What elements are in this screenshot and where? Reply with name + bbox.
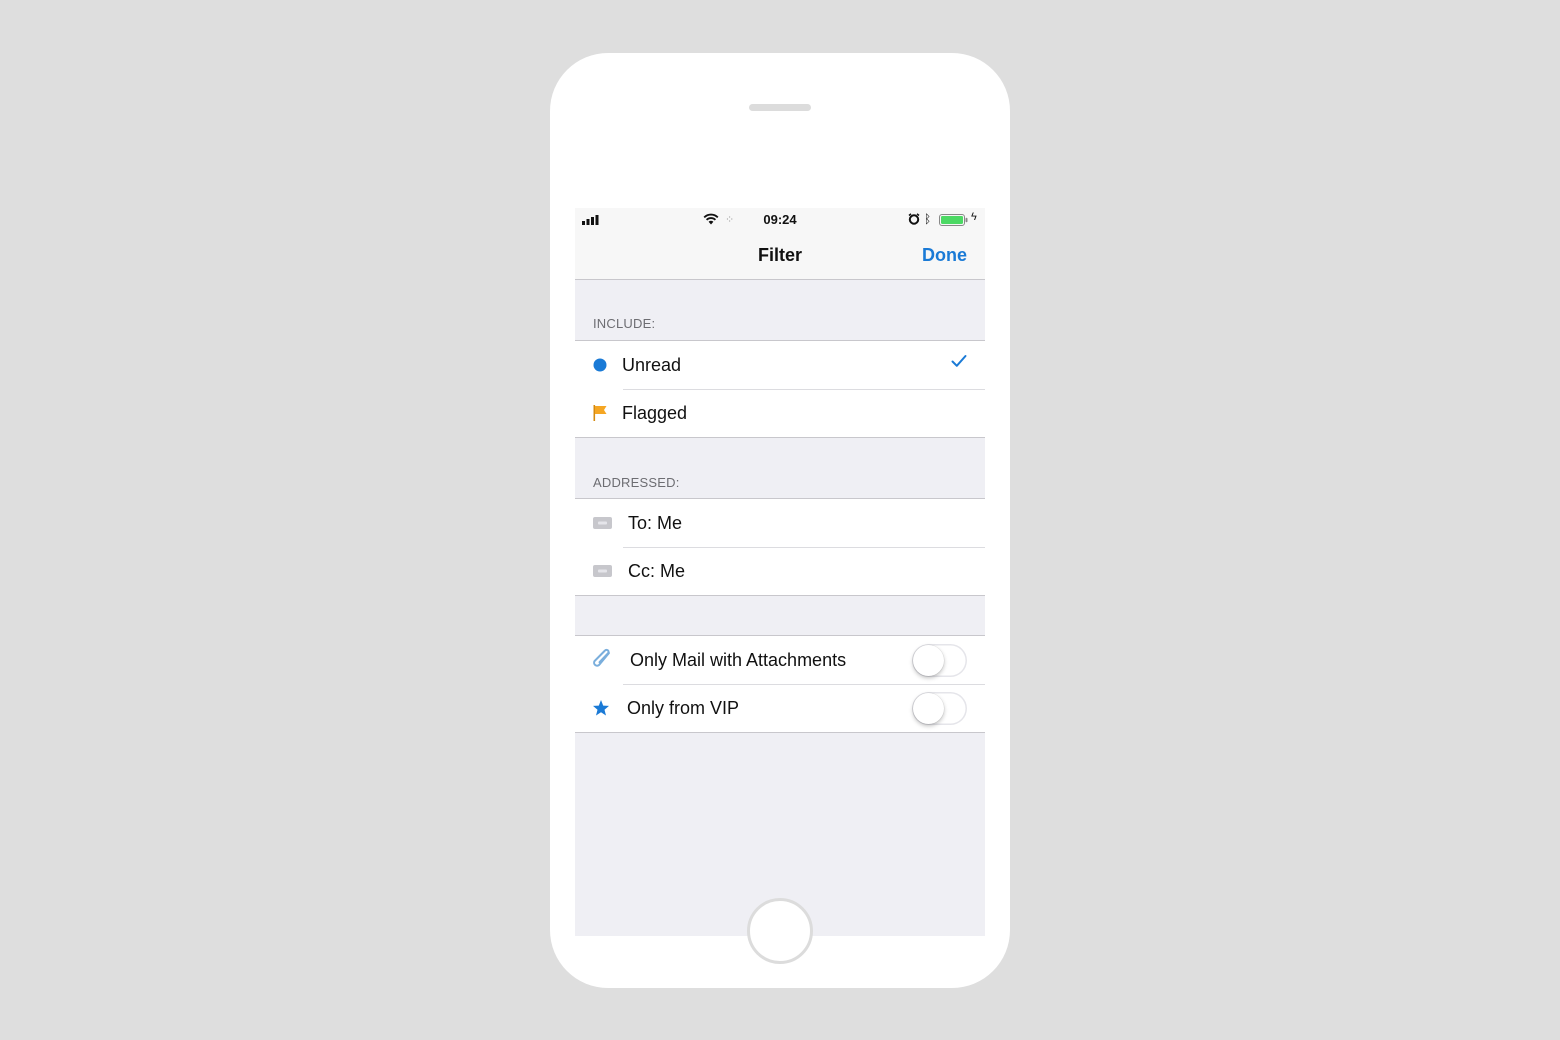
phone-frame: ⁘ 09:24 ᛒ ϟ Filter Done INCLUDE: Unread … — [550, 53, 1010, 988]
charging-icon: ϟ — [971, 211, 977, 223]
filter-row-vip[interactable]: Only from VIP — [575, 684, 985, 732]
checkmark-icon — [951, 355, 967, 367]
filter-row-label: To: Me — [628, 513, 683, 533]
battery-icon — [939, 214, 968, 226]
paperclip-icon — [593, 648, 610, 667]
addressed-section-header: ADDRESSED: — [593, 475, 680, 490]
include-group: Unread Flagged — [575, 340, 985, 438]
nav-bar: Filter Done — [575, 232, 985, 280]
toggle-knob — [913, 693, 944, 724]
filter-row-unread[interactable]: Unread — [575, 341, 985, 389]
options-group: Only Mail with Attachments Only from VIP — [575, 635, 985, 733]
filter-row-cc-me[interactable]: Cc: Me — [575, 547, 985, 595]
addressed-group: To: Me Cc: Me — [575, 498, 985, 596]
phone-speaker — [749, 104, 811, 111]
filter-row-label: Only Mail with Attachments — [630, 650, 847, 670]
filter-row-label: Cc: Me — [628, 561, 686, 581]
filter-row-label: Unread — [622, 355, 682, 375]
done-button[interactable]: Done — [922, 245, 967, 266]
cc-badge-icon — [593, 565, 612, 577]
alarm-icon — [908, 213, 920, 225]
bluetooth-icon: ᛒ — [924, 212, 932, 226]
include-section-header: INCLUDE: — [593, 316, 656, 331]
unread-dot-icon — [593, 358, 607, 372]
screen: ⁘ 09:24 ᛒ ϟ Filter Done INCLUDE: Unread … — [575, 208, 985, 936]
star-icon — [593, 700, 609, 716]
vip-toggle[interactable] — [912, 692, 967, 725]
filter-row-flagged[interactable]: Flagged — [575, 389, 985, 437]
status-bar: ⁘ 09:24 ᛒ ϟ — [575, 208, 985, 232]
home-button[interactable] — [747, 898, 813, 964]
toggle-knob — [913, 645, 944, 676]
to-badge-icon — [593, 517, 612, 529]
filter-row-label: Only from VIP — [627, 698, 740, 718]
flag-icon — [593, 405, 607, 421]
filter-row-to-me[interactable]: To: Me — [575, 499, 985, 547]
attachments-toggle[interactable] — [912, 644, 967, 677]
filter-row-label: Flagged — [622, 403, 688, 423]
filter-row-attachments[interactable]: Only Mail with Attachments — [575, 636, 985, 684]
